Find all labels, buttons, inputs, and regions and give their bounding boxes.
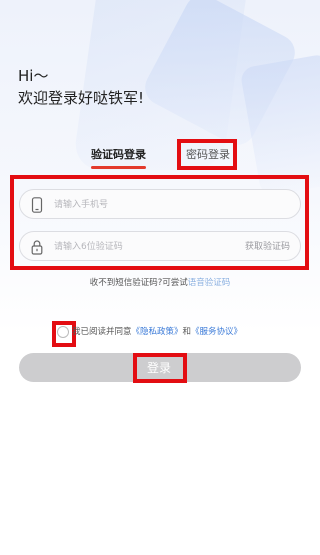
agreement-text: 我已阅读并同意《隐私政策》和《服务协议》 [72, 326, 242, 338]
agreement-prefix: 我已阅读并同意 [72, 327, 132, 337]
active-tab-indicator [91, 166, 146, 169]
voice-hint-text: 收不到短信验证码?可尝试 [89, 278, 188, 288]
voice-code-hint: 收不到短信验证码?可尝试语音验证码 [0, 276, 320, 290]
tab-sms-login-label: 验证码登录 [91, 148, 146, 161]
highlight-box-login-button [133, 353, 187, 383]
highlight-box-password-tab [177, 139, 237, 170]
tab-sms-login[interactable]: 验证码登录 [91, 147, 146, 169]
service-agreement-link[interactable]: 《服务协议》 [191, 327, 242, 337]
greeting-text: Hi～ [18, 67, 49, 85]
voice-code-link[interactable]: 语音验证码 [188, 278, 231, 288]
welcome-title: 欢迎登录好哒铁军! [18, 89, 145, 107]
agreement-and: 和 [182, 327, 192, 337]
login-screen: Hi～ 欢迎登录好哒铁军! 验证码登录 密码登录 请输入手机号 请输入6位验证码… [0, 0, 320, 555]
highlight-box-input-fields [10, 175, 309, 270]
privacy-policy-link[interactable]: 《隐私政策》 [132, 327, 183, 337]
